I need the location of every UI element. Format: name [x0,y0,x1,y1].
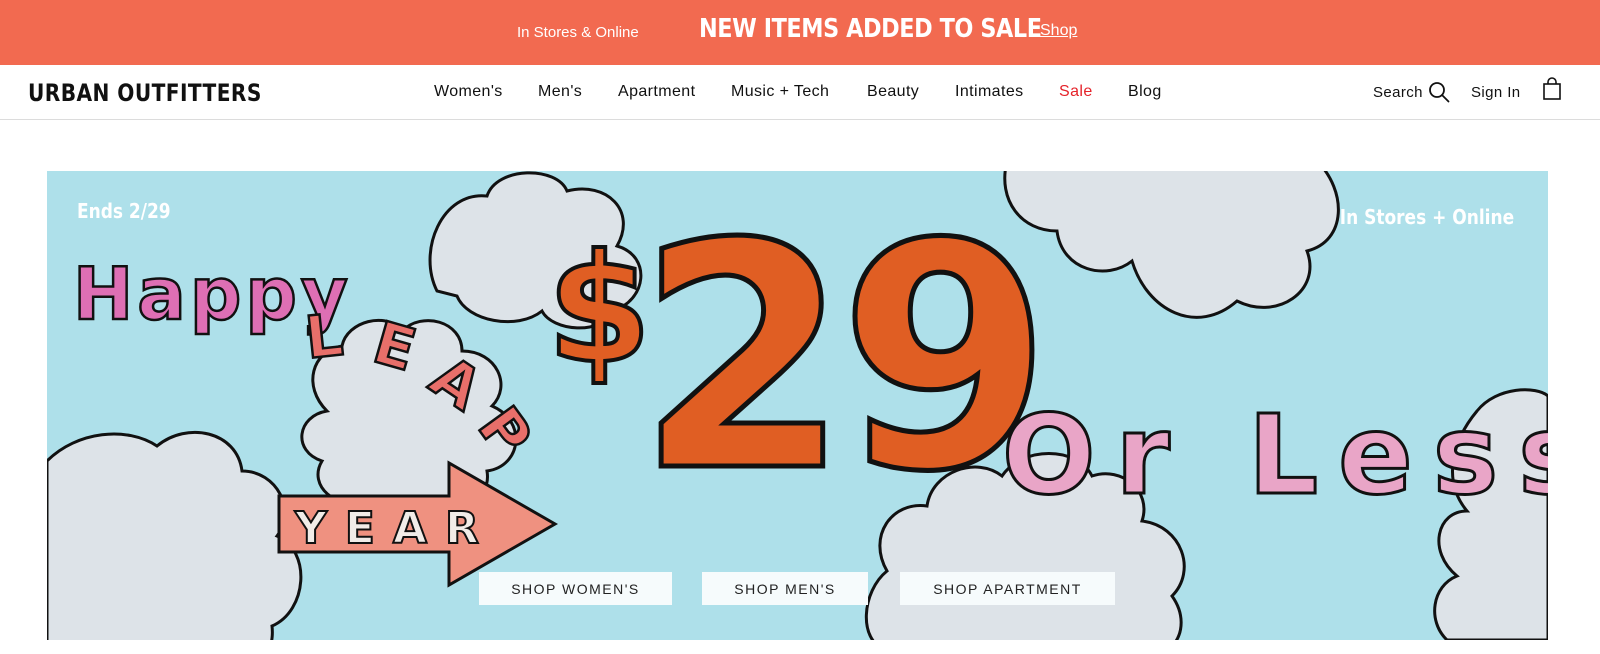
nav-item-blog[interactable]: Blog [1128,83,1162,101]
shop-apartment-button[interactable]: SHOP APARTMENT [900,572,1115,605]
price-value: 29 [637,177,1041,540]
shop-womens-button[interactable]: SHOP WOMEN'S [479,572,672,605]
nav-item-apartment[interactable]: Apartment [618,83,695,101]
nav-item-beauty[interactable]: Beauty [867,83,919,101]
hero-banner[interactable]: Happy L E A P YEAR $ 29 Or Less Ends 2/2… [47,171,1548,640]
cloud-shape [1003,171,1340,319]
hero-artwork: Happy L E A P YEAR $ 29 Or Less [47,171,1548,640]
nav-item-womens[interactable]: Women's [434,83,503,101]
promo-banner: In Stores & Online NEW ITEMS ADDED TO SA… [0,0,1600,65]
dollar-sign: $ [547,223,651,397]
site-logo[interactable]: URBAN OUTFITTERS [28,79,262,107]
nav-item-mens[interactable]: Men's [538,83,582,101]
search-icon[interactable] [1428,81,1450,103]
nav-item-intimates[interactable]: Intimates [955,83,1024,101]
ends-date: Ends 2/29 [77,199,171,223]
search-link[interactable]: Search [1373,84,1423,101]
nav-item-music-tech[interactable]: Music + Tech [731,83,829,101]
in-stores-label: In Stores + Online [1339,205,1514,229]
leap-letter-l: L [302,301,346,372]
cloud-shape [47,430,303,640]
promo-headline: NEW ITEMS ADDED TO SALE [699,14,1042,44]
shop-mens-button[interactable]: SHOP MEN'S [702,572,868,605]
sign-in-link[interactable]: Sign In [1471,84,1521,101]
year-text: YEAR [294,503,497,554]
shopping-bag-icon[interactable] [1542,77,1562,101]
site-header: URBAN OUTFITTERS Women's Men's Apartment… [0,65,1600,120]
or-less-text: Or Less [1002,391,1548,519]
promo-sub-label: In Stores & Online [517,24,639,41]
nav-item-sale[interactable]: Sale [1059,83,1093,101]
promo-shop-link[interactable]: Shop [1040,22,1077,40]
